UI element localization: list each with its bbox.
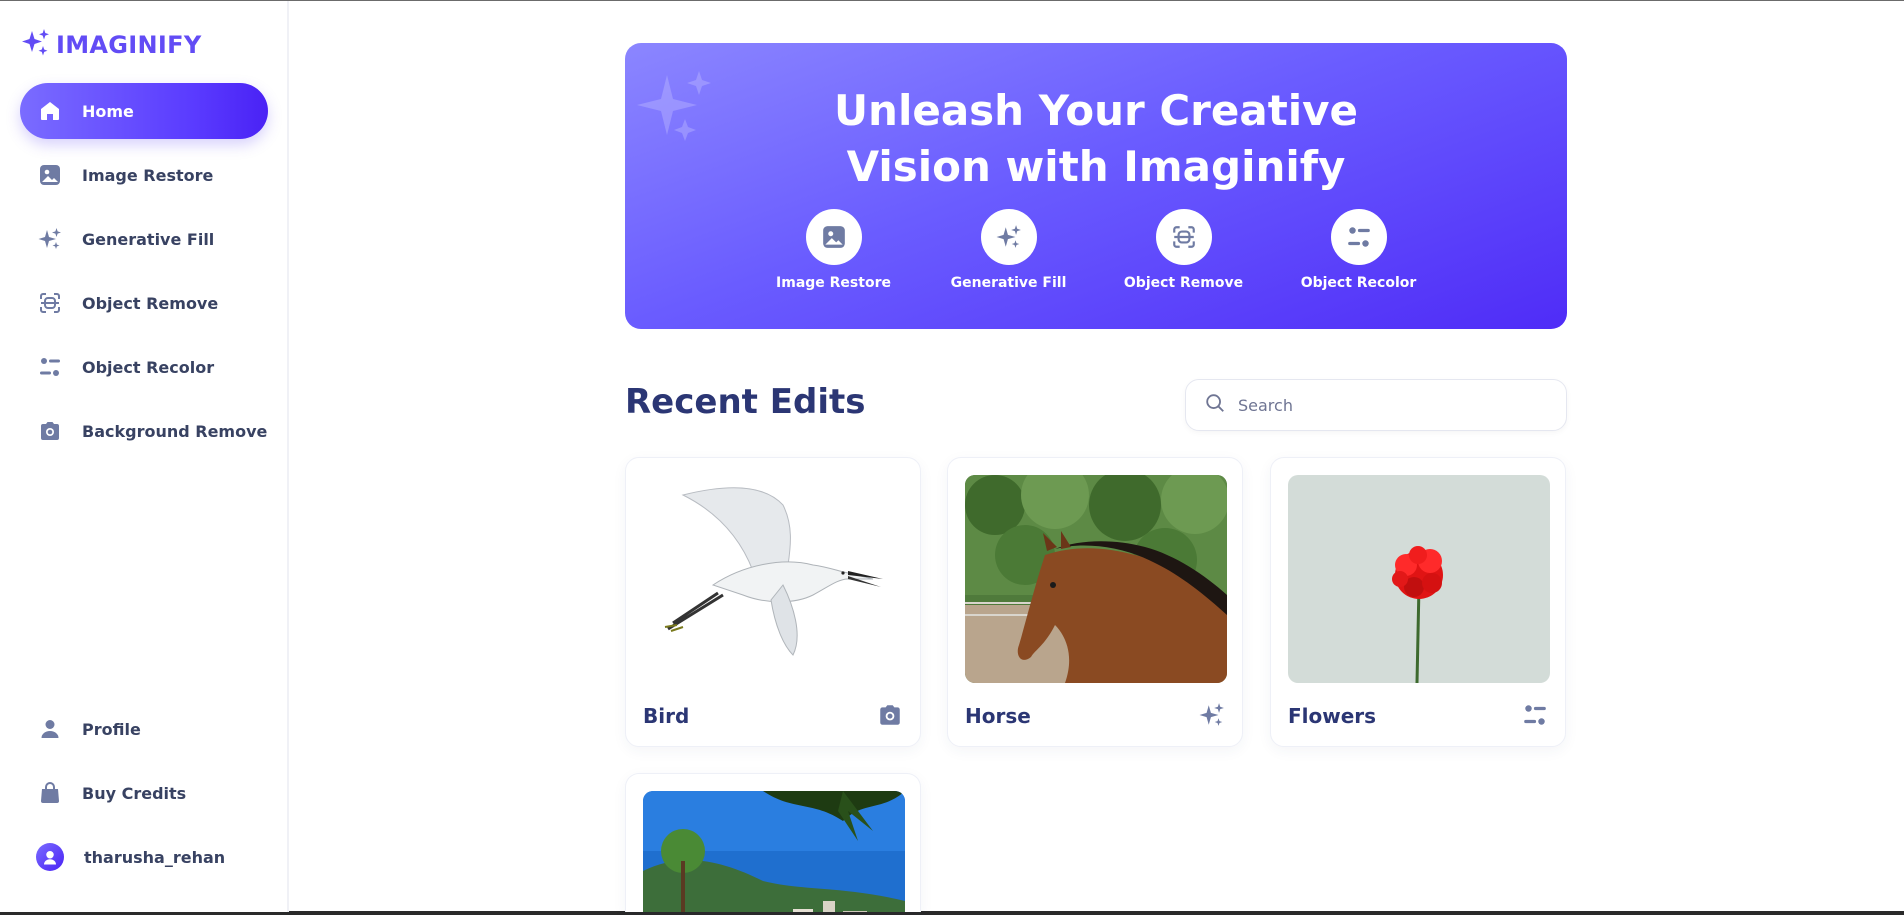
- stars-icon: [980, 209, 1037, 265]
- avatar: [36, 843, 64, 871]
- image-card-bird[interactable]: Bird: [625, 457, 921, 747]
- app-name: IMAGINIFY: [56, 31, 202, 59]
- sidebar-item-buy-credits[interactable]: Buy Credits: [20, 765, 268, 821]
- hero-title-line2: Vision with Imaginify: [846, 142, 1346, 191]
- image-card-landscape[interactable]: [625, 773, 921, 912]
- quick-links: Image Restore Generative Fill Object Rem…: [625, 209, 1567, 291]
- sidebar-item-object-recolor[interactable]: Object Recolor: [20, 339, 268, 395]
- sidebar-bottom-nav: Profile Buy Credits tharusha_rehan: [20, 701, 268, 885]
- hero-banner: Unleash Your Creative Vision with Imagin…: [625, 43, 1567, 329]
- sidebar-item-label: Home: [82, 101, 134, 121]
- stars-icon: [37, 226, 63, 252]
- image-card-flowers[interactable]: Flowers: [1270, 457, 1566, 747]
- quick-link-label: Object Remove: [1123, 275, 1244, 291]
- sidebar-item-label: Background Remove: [82, 421, 268, 441]
- scan-icon: [1155, 209, 1212, 265]
- sidebar-item-generative-fill[interactable]: Generative Fill: [20, 211, 268, 267]
- sidebar-item-label: Object Remove: [82, 293, 219, 313]
- hero-title-line1: Unleash Your Creative: [833, 86, 1359, 135]
- search-input[interactable]: [1238, 395, 1538, 415]
- filter-icon: [1522, 702, 1548, 728]
- sidebar-item-image-restore[interactable]: Image Restore: [20, 147, 268, 203]
- quick-link-label: Image Restore: [776, 275, 891, 291]
- quick-link-label: Generative Fill: [950, 275, 1067, 291]
- image-card-title: Bird: [643, 704, 690, 728]
- horse-image: [965, 475, 1227, 683]
- flower-image: [1288, 475, 1550, 683]
- image-card-title: Flowers: [1288, 704, 1377, 728]
- user-profile-button[interactable]: tharusha_rehan: [20, 829, 268, 885]
- quick-link-object-remove[interactable]: Object Remove: [1096, 209, 1271, 291]
- bird-image: [664, 487, 883, 656]
- image-icon: [37, 162, 63, 188]
- image-thumbnail-flowers: [1288, 475, 1550, 683]
- quick-link-generative-fill[interactable]: Generative Fill: [921, 209, 1096, 291]
- sidebar-item-object-remove[interactable]: Object Remove: [20, 275, 268, 331]
- image-card-horse[interactable]: Horse: [947, 457, 1243, 747]
- bag-icon: [37, 780, 63, 806]
- image-thumbnail-horse: [965, 475, 1227, 683]
- sidebar-item-background-remove[interactable]: Background Remove: [20, 403, 268, 459]
- filter-icon: [1330, 209, 1387, 265]
- quick-link-image-restore[interactable]: Image Restore: [746, 209, 921, 291]
- search-icon: [1204, 392, 1238, 418]
- sidebar-nav: Home Image Restore Generative Fill Objec…: [20, 83, 268, 467]
- sidebar-item-profile[interactable]: Profile: [20, 701, 268, 757]
- landscape-image: [643, 791, 905, 912]
- image-thumbnail-landscape: [643, 791, 905, 912]
- avatar-icon: [44, 851, 56, 865]
- username: tharusha_rehan: [84, 847, 226, 867]
- app-logo[interactable]: IMAGINIFY: [20, 29, 202, 61]
- sidebar-item-label: Image Restore: [82, 165, 214, 185]
- sidebar-item-label: Buy Credits: [82, 783, 187, 803]
- sidebar-item-label: Object Recolor: [82, 357, 215, 377]
- stars-icon: [1199, 702, 1225, 728]
- home-icon: [37, 98, 63, 124]
- recent-edits-title: Recent Edits: [625, 382, 866, 422]
- sidebar-item-label: Profile: [82, 719, 141, 739]
- image-card-title: Horse: [965, 704, 1031, 728]
- image-thumbnail-bird: [643, 475, 905, 683]
- quick-link-label: Object Recolor: [1300, 275, 1417, 291]
- image-icon: [805, 209, 862, 265]
- filter-icon: [37, 354, 63, 380]
- user-icon: [37, 716, 63, 742]
- scan-icon: [37, 290, 63, 316]
- search-box[interactable]: [1185, 379, 1567, 431]
- sidebar: IMAGINIFY Home Image Restore Generative …: [0, 1, 289, 912]
- logo-stars-icon: [20, 27, 52, 63]
- hero-title: Unleash Your Creative Vision with Imagin…: [625, 83, 1567, 195]
- sidebar-item-home[interactable]: Home: [20, 83, 268, 139]
- camera-icon: [877, 702, 903, 728]
- sidebar-item-label: Generative Fill: [82, 229, 215, 249]
- quick-link-object-recolor[interactable]: Object Recolor: [1271, 209, 1446, 291]
- camera-icon: [37, 418, 63, 444]
